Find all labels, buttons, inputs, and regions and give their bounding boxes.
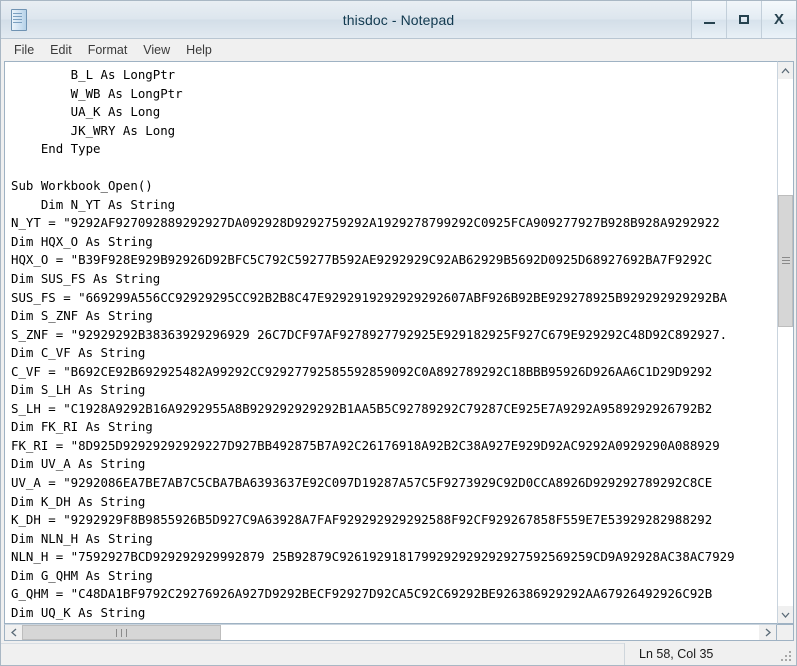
window-controls: X — [691, 1, 796, 38]
notepad-window: thisdoc - Notepad X File Edit Format Vie… — [0, 0, 797, 666]
status-bar-spacer — [1, 643, 624, 665]
menu-item-view[interactable]: View — [135, 41, 178, 60]
chevron-down-icon — [781, 612, 790, 618]
horizontal-scrollbar-row — [4, 624, 794, 641]
maximize-icon — [739, 15, 749, 24]
document-text[interactable]: B_L As LongPtr W_WB As LongPtr UA_K As L… — [5, 62, 777, 623]
window-title: thisdoc - Notepad — [342, 11, 455, 28]
scroll-up-button[interactable] — [778, 62, 793, 79]
scroll-grip-icon — [114, 628, 129, 637]
vertical-scrollbar[interactable] — [777, 61, 794, 624]
chevron-left-icon — [10, 628, 16, 637]
editor-region: B_L As LongPtr W_WB As LongPtr UA_K As L… — [1, 61, 796, 641]
menu-item-format[interactable]: Format — [80, 41, 136, 60]
close-button[interactable]: X — [761, 1, 796, 38]
status-cursor-position: Ln 58, Col 35 — [624, 643, 774, 665]
scrollbar-corner — [777, 624, 794, 641]
close-icon: X — [773, 11, 784, 28]
title-bar[interactable]: thisdoc - Notepad X — [1, 1, 796, 39]
menu-item-help[interactable]: Help — [178, 41, 220, 60]
vertical-scroll-track[interactable] — [778, 79, 793, 606]
scroll-down-button[interactable] — [778, 606, 793, 623]
horizontal-scroll-track[interactable] — [22, 625, 759, 640]
scroll-grip-icon — [781, 255, 790, 266]
chevron-up-icon — [781, 67, 790, 73]
horizontal-scroll-thumb[interactable] — [22, 625, 221, 640]
minimize-button[interactable] — [691, 1, 726, 38]
scroll-right-button[interactable] — [759, 625, 776, 640]
maximize-button[interactable] — [726, 1, 761, 38]
resize-grip-icon[interactable] — [774, 643, 796, 665]
menu-item-edit[interactable]: Edit — [42, 41, 80, 60]
horizontal-scrollbar[interactable] — [4, 624, 777, 641]
minimize-icon — [703, 22, 715, 24]
status-bar: Ln 58, Col 35 — [1, 641, 796, 665]
menu-item-file[interactable]: File — [6, 41, 42, 60]
scroll-left-button[interactable] — [5, 625, 22, 640]
menu-bar: File Edit Format View Help — [1, 39, 796, 61]
editor-row: B_L As LongPtr W_WB As LongPtr UA_K As L… — [4, 61, 794, 624]
vertical-scroll-thumb[interactable] — [778, 194, 793, 327]
text-editor[interactable]: B_L As LongPtr W_WB As LongPtr UA_K As L… — [4, 61, 777, 624]
notepad-document-icon — [10, 9, 27, 31]
chevron-right-icon — [765, 628, 771, 637]
